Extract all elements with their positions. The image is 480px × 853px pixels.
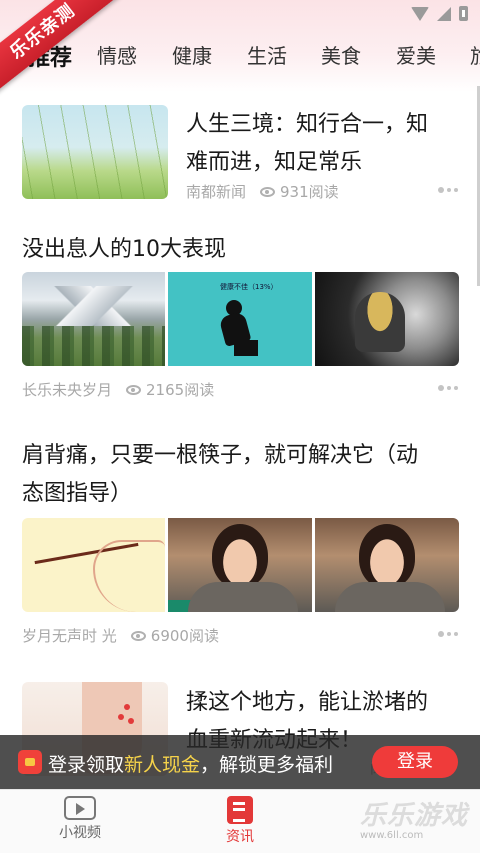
nav-item-news[interactable]: 资讯 <box>195 796 285 846</box>
eye-icon <box>126 384 142 395</box>
more-options-icon[interactable] <box>438 187 458 193</box>
eye-icon <box>260 186 276 197</box>
article-image-2 <box>168 518 312 612</box>
status-bar <box>411 6 468 21</box>
tab-travel[interactable]: 旅 <box>470 40 480 69</box>
article-meta: 南都新闻 931阅读 <box>186 181 339 202</box>
signal-icon <box>437 6 451 21</box>
article-title: 没出息人的10大表现 <box>22 237 226 262</box>
eye-icon <box>130 630 146 641</box>
article-source: 长乐未央岁月 <box>22 381 113 399</box>
article-reads: 6900阅读 <box>150 627 219 645</box>
gift-icon <box>18 750 42 774</box>
article-thumbnail <box>22 105 168 199</box>
battery-icon <box>459 6 468 21</box>
category-tabs: 推荐 情感 健康 生活 美食 爱美 旅 <box>0 40 480 80</box>
article-source: 南都新闻 <box>186 183 247 201</box>
article-reads: 931阅读 <box>280 183 339 201</box>
nav-label: 资讯 <box>226 829 254 845</box>
article-source: 岁月无声时 光 <box>22 627 117 645</box>
tab-food[interactable]: 美食 <box>321 40 361 69</box>
wifi-icon <box>411 6 429 21</box>
nav-label: 小视频 <box>59 825 101 841</box>
tab-life[interactable]: 生活 <box>247 40 287 69</box>
article-image-1 <box>22 518 165 612</box>
video-icon <box>64 796 96 820</box>
tab-emotion[interactable]: 情感 <box>97 40 137 69</box>
article-meta: 岁月无声时 光 6900阅读 <box>22 625 219 646</box>
more-options-icon[interactable] <box>438 385 458 391</box>
banner-text: 登录领取新人现金，解锁更多福利 <box>48 754 334 776</box>
more-options-icon[interactable] <box>438 631 458 637</box>
tab-beauty[interactable]: 爱美 <box>396 40 436 69</box>
news-icon <box>227 796 253 824</box>
article-title: 肩背痛，只要一根筷子，就可解决它（动 态图指导） <box>22 443 419 506</box>
article-image-1 <box>22 272 165 366</box>
article-image-3 <box>315 518 459 612</box>
article-reads: 2165阅读 <box>146 381 215 399</box>
nav-item-short-video[interactable]: 小视频 <box>35 796 125 842</box>
article-title: 人生三境：知行合一，知 难而进，知足常乐 <box>186 112 429 175</box>
login-button[interactable]: 登录 <box>372 746 458 778</box>
article-image-2: 健康不佳（13%） <box>168 272 312 366</box>
article-image-3 <box>315 272 459 366</box>
image-caption: 健康不佳（13%） <box>220 283 278 291</box>
tab-health[interactable]: 健康 <box>172 40 212 69</box>
watermark-logo: 乐乐游戏 www.6ll.com <box>360 801 469 841</box>
login-promo-banner[interactable]: 登录领取新人现金，解锁更多福利 登录 <box>0 735 480 789</box>
article-meta: 长乐未央岁月 2165阅读 <box>22 379 214 400</box>
